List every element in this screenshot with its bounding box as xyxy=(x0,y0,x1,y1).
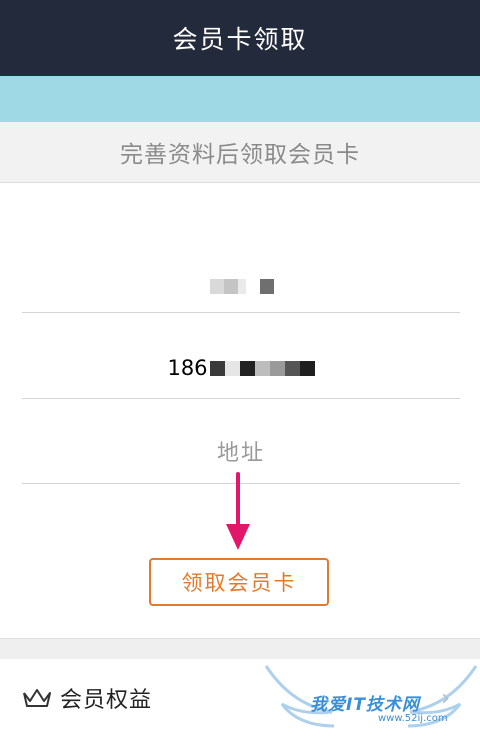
top-bar: 会员卡领取 xyxy=(0,0,480,76)
member-benefits-label: 会员权益 xyxy=(60,687,153,713)
watermark-text: 我爱IT技术网 xyxy=(310,695,420,715)
phone-value: 186 xyxy=(167,356,315,380)
crown-icon xyxy=(23,688,51,707)
section-divider xyxy=(0,638,480,660)
claim-card-button[interactable]: 领取会员卡 xyxy=(149,558,329,606)
name-field[interactable] xyxy=(22,183,460,313)
watermark-url: www.52ij.com xyxy=(378,713,448,724)
banner-strip xyxy=(0,76,480,122)
phone-mosaic xyxy=(209,360,315,376)
subtitle-text: 完善资料后领取会员卡 xyxy=(120,142,360,168)
phone-prefix: 186 xyxy=(167,356,208,380)
subtitle-bar: 完善资料后领取会员卡 xyxy=(0,122,480,183)
claim-card-label: 领取会员卡 xyxy=(181,571,297,595)
page-title: 会员卡领取 xyxy=(172,25,308,54)
arrow-down-icon xyxy=(226,472,250,550)
address-placeholder: 地址 xyxy=(216,441,265,466)
phone-field[interactable]: 186 xyxy=(22,313,460,399)
name-value-masked xyxy=(208,279,274,294)
name-mosaic xyxy=(210,279,274,294)
